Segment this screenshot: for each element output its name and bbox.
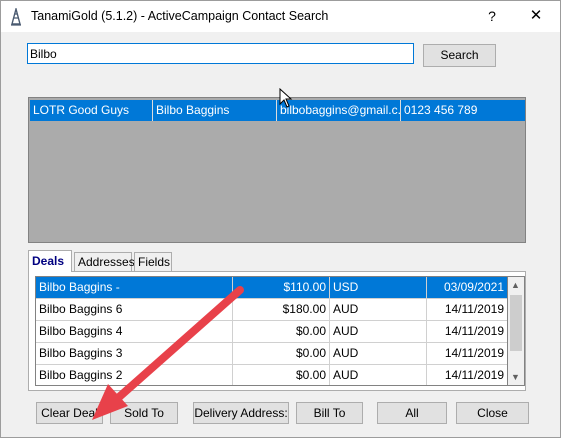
- contact-results-list[interactable]: LOTR Good Guys Bilbo Baggins bilbobaggin…: [28, 97, 526, 243]
- close-button[interactable]: Close: [456, 402, 529, 424]
- deal-amount: $0.00: [233, 321, 330, 342]
- deals-grid[interactable]: Bilbo Baggins - $110.00 USD 03/09/2021 B…: [35, 276, 508, 386]
- all-button[interactable]: All: [377, 402, 447, 424]
- deal-currency: USD: [330, 277, 427, 298]
- bill-to-button[interactable]: Bill To: [296, 402, 363, 424]
- deal-date: 14/11/2019: [444, 324, 504, 338]
- deal-currency: AUD: [330, 365, 427, 385]
- deal-currency: AUD: [330, 321, 427, 342]
- deal-currency: AUD: [330, 343, 427, 364]
- app-logo-icon: [11, 8, 21, 26]
- deal-date: 03/09/2021: [443, 280, 504, 294]
- tab-deals[interactable]: Deals: [28, 250, 72, 272]
- deal-name: Bilbo Baggins -: [36, 277, 233, 298]
- deal-name: Bilbo Baggins 3: [36, 343, 233, 364]
- deals-scrollbar[interactable]: ▲ ▼: [508, 276, 525, 386]
- help-button[interactable]: ?: [481, 5, 503, 27]
- deal-amount: $0.00: [233, 343, 330, 364]
- deal-currency: AUD: [330, 299, 427, 320]
- deal-row[interactable]: Bilbo Baggins 4 $0.00 AUD 14/11/2019: [36, 321, 507, 343]
- result-name: Bilbo Baggins: [153, 100, 277, 121]
- deal-name: Bilbo Baggins 4: [36, 321, 233, 342]
- mouse-cursor-icon: [279, 88, 293, 108]
- delivery-address-button[interactable]: Delivery Address:: [193, 402, 289, 424]
- deal-row[interactable]: Bilbo Baggins - $110.00 USD 03/09/2021: [36, 277, 507, 299]
- search-button[interactable]: Search: [423, 44, 496, 67]
- sold-to-button[interactable]: Sold To: [110, 402, 178, 424]
- tab-fields[interactable]: Fields: [134, 252, 172, 271]
- deal-amount: $0.00: [233, 365, 330, 385]
- deal-name: Bilbo Baggins 2: [36, 365, 233, 385]
- deal-amount: $110.00: [233, 277, 330, 298]
- deal-amount: $180.00: [233, 299, 330, 320]
- deal-date: 14/11/2019: [444, 302, 504, 316]
- title-bar[interactable]: TanamiGold (5.1.2) - ActiveCampaign Cont…: [1, 1, 560, 32]
- deal-name: Bilbo Baggins 6: [36, 299, 233, 320]
- deal-row[interactable]: Bilbo Baggins 6 $180.00 AUD 14/11/2019: [36, 299, 507, 321]
- result-row[interactable]: LOTR Good Guys Bilbo Baggins bilbobaggin…: [30, 100, 525, 121]
- deal-date: 14/11/2019: [444, 346, 504, 360]
- scroll-up-icon[interactable]: ▲: [508, 277, 523, 293]
- scroll-down-icon[interactable]: ▼: [508, 369, 523, 385]
- result-phone: 0123 456 789: [404, 103, 478, 117]
- result-group: LOTR Good Guys: [30, 100, 153, 121]
- clear-deal-button[interactable]: Clear Deal: [36, 402, 103, 424]
- search-input[interactable]: [27, 43, 414, 64]
- tab-addresses[interactable]: Addresses: [74, 252, 135, 271]
- deal-row[interactable]: Bilbo Baggins 3 $0.00 AUD 14/11/2019: [36, 343, 507, 365]
- result-email: bilbobaggins@gmail.c...: [277, 100, 401, 121]
- scrollbar-thumb[interactable]: [510, 295, 522, 351]
- window-title: TanamiGold (5.1.2) - ActiveCampaign Cont…: [31, 9, 329, 23]
- deal-date: 14/11/2019: [444, 368, 504, 382]
- deal-row[interactable]: Bilbo Baggins 2 $0.00 AUD 14/11/2019: [36, 365, 507, 385]
- close-window-button[interactable]: ✕: [525, 5, 547, 27]
